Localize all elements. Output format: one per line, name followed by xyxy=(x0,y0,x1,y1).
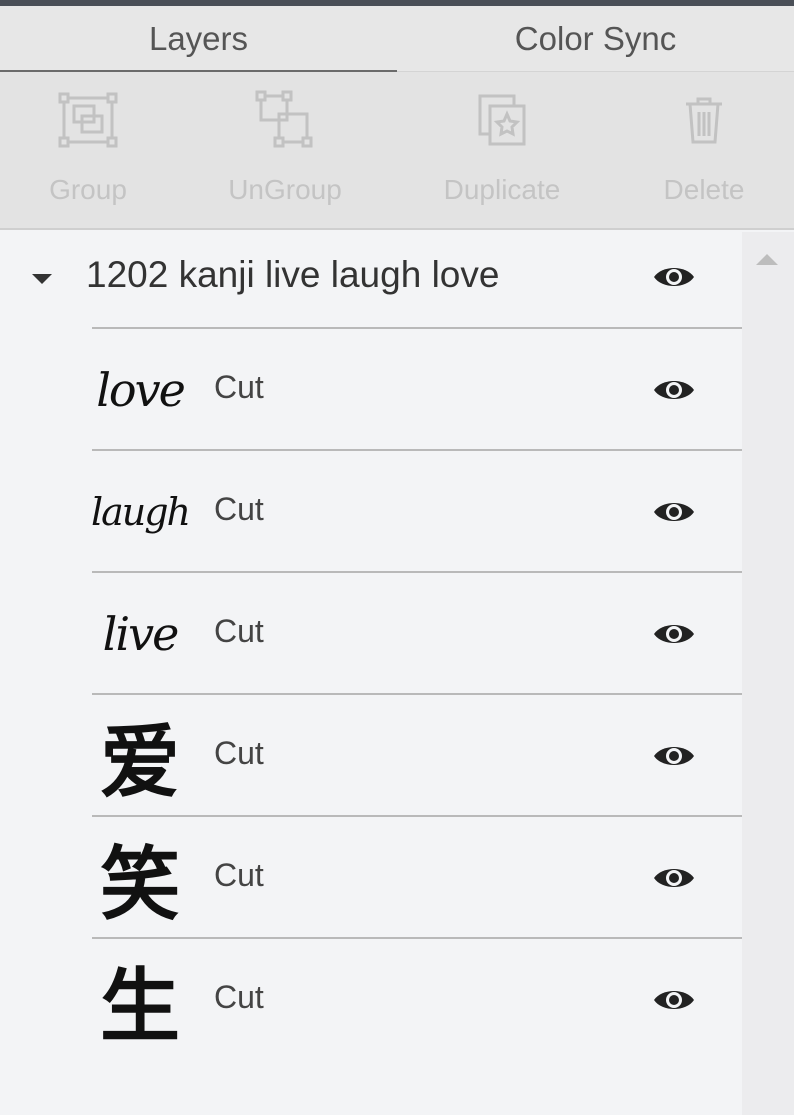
ungroup-icon xyxy=(253,88,317,152)
layer-row[interactable]: live Cut xyxy=(92,571,742,693)
group-label: Group xyxy=(49,174,127,205)
group-button[interactable]: Group xyxy=(28,72,148,230)
layer-row[interactable]: 生 Cut xyxy=(92,937,742,1059)
group-icon xyxy=(56,88,120,152)
layer-operation: Cut xyxy=(214,613,264,649)
layer-thumbnail: live xyxy=(102,607,180,661)
layer-operation: Cut xyxy=(214,735,264,771)
layer-group-row[interactable]: 1202 kanji live laugh love xyxy=(0,232,742,328)
layer-thumbnail: love xyxy=(96,363,186,417)
visibility-eye-icon[interactable] xyxy=(652,262,696,292)
delete-button[interactable]: Delete xyxy=(648,72,760,230)
layer-row[interactable]: love Cut xyxy=(92,327,742,449)
scroll-up-arrow-icon[interactable] xyxy=(756,254,778,265)
visibility-eye-icon[interactable] xyxy=(652,497,696,527)
panel-tabs: Layers Color Sync xyxy=(0,6,794,73)
ungroup-label: UnGroup xyxy=(228,174,342,205)
tab-label: Layers xyxy=(148,20,249,57)
tab-label: Color Sync xyxy=(514,20,677,57)
layer-thumbnail: laugh xyxy=(90,490,191,534)
duplicate-button[interactable]: Duplicate xyxy=(432,72,572,230)
visibility-eye-icon[interactable] xyxy=(652,375,696,405)
delete-label: Delete xyxy=(663,174,745,205)
duplicate-icon xyxy=(470,88,534,152)
visibility-eye-icon[interactable] xyxy=(652,985,696,1015)
collapse-caret-icon[interactable] xyxy=(32,274,52,284)
visibility-eye-icon[interactable] xyxy=(652,619,696,649)
layer-thumbnail: 爱 xyxy=(100,715,180,809)
layer-thumbnail: 笑 xyxy=(100,837,180,931)
tab-color-sync[interactable]: Color Sync xyxy=(397,6,794,72)
layer-row[interactable]: 笑 Cut xyxy=(92,815,742,937)
scrollbar[interactable] xyxy=(742,232,794,1115)
visibility-eye-icon[interactable] xyxy=(652,863,696,893)
visibility-eye-icon[interactable] xyxy=(652,741,696,771)
layer-row[interactable]: laugh Cut xyxy=(90,449,742,571)
tab-layers[interactable]: Layers xyxy=(0,6,397,73)
layer-operation: Cut xyxy=(214,857,264,893)
layer-row[interactable]: 爱 Cut xyxy=(92,693,742,815)
duplicate-label: Duplicate xyxy=(443,174,561,205)
layer-operation: Cut xyxy=(214,491,264,527)
layer-operation: Cut xyxy=(214,369,264,405)
layer-operation: Cut xyxy=(214,979,264,1015)
group-name: 1202 kanji live laugh love xyxy=(86,254,500,295)
layer-thumbnail: 生 xyxy=(100,959,180,1053)
trash-icon xyxy=(672,88,736,152)
layers-list: 1202 kanji live laugh love love Cut laug… xyxy=(0,232,742,1115)
layers-toolbar: Group UnGroup Duplicate Delete xyxy=(0,72,794,230)
ungroup-button[interactable]: UnGroup xyxy=(220,72,350,230)
